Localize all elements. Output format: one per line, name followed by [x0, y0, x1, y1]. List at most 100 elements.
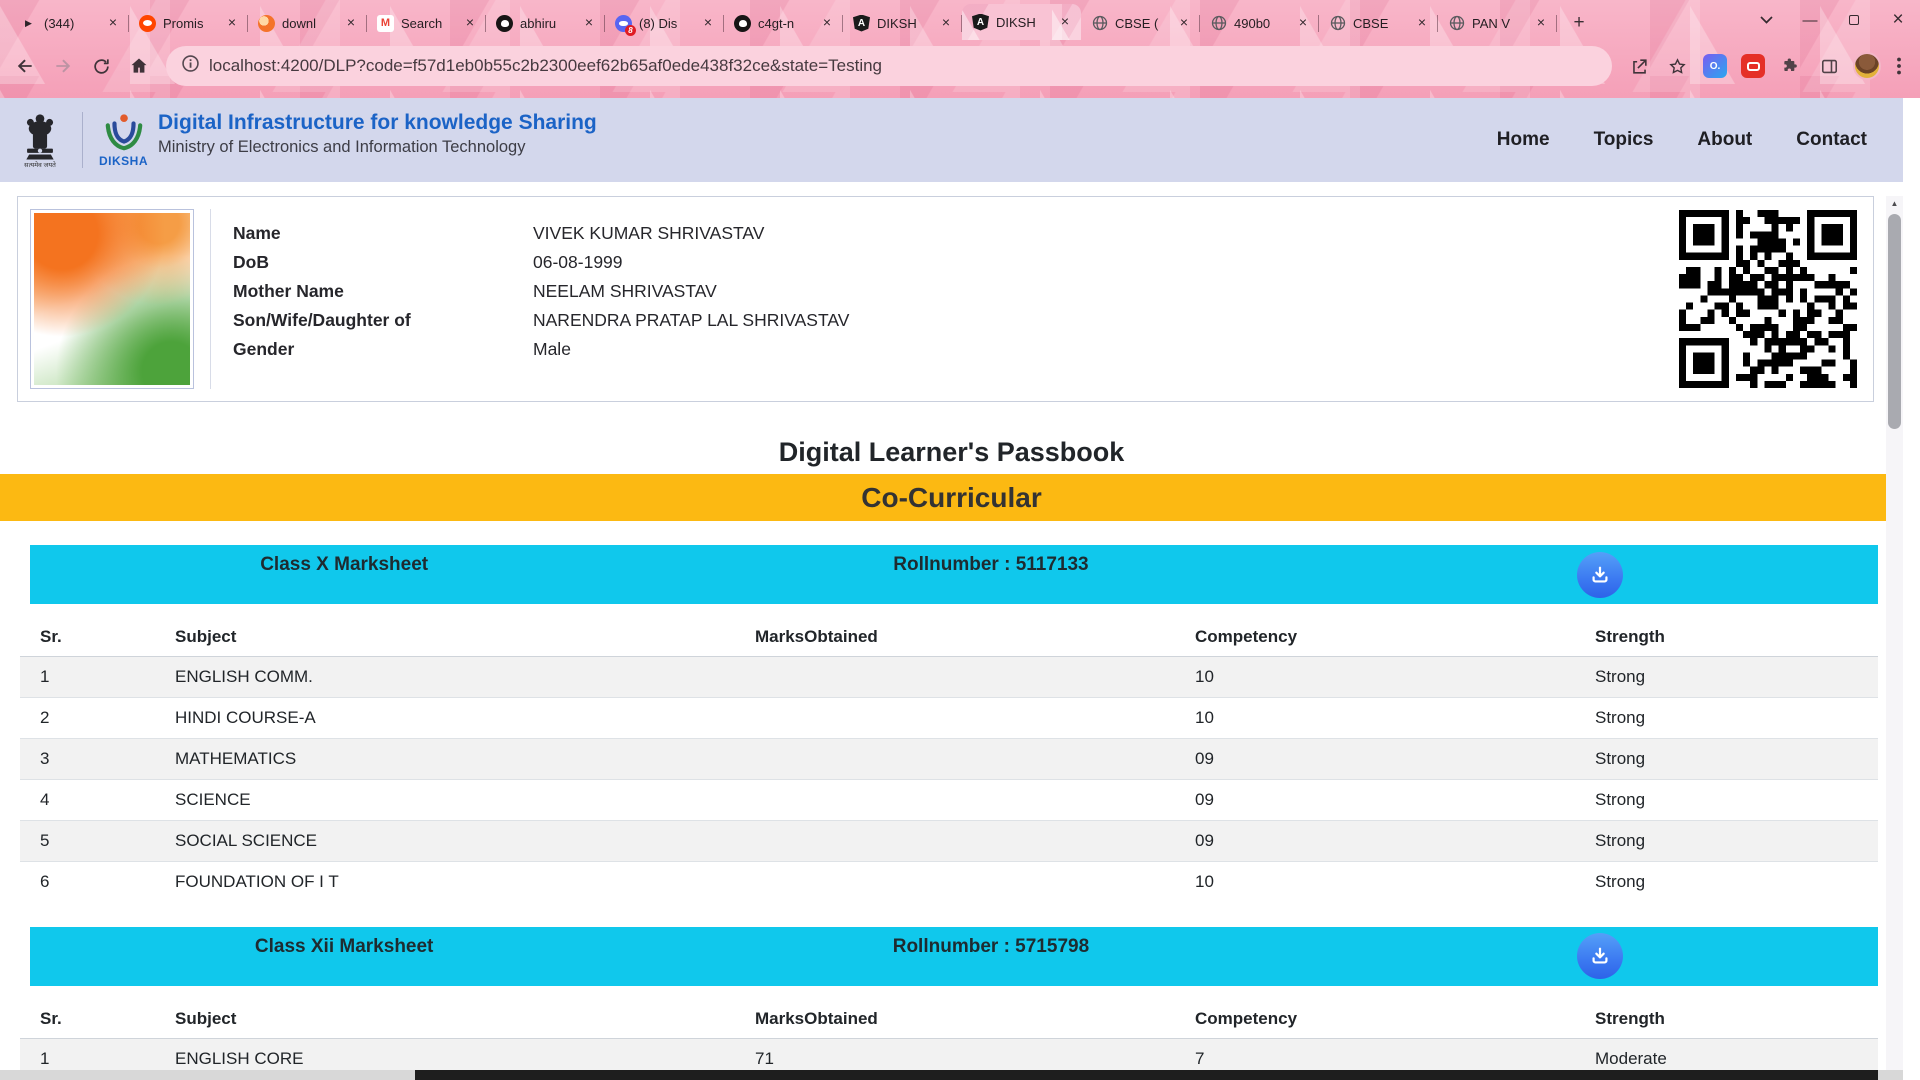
table-cell — [735, 780, 1175, 821]
notification-badge: 8 — [625, 25, 636, 36]
globe-icon — [1448, 15, 1465, 32]
vertical-scrollbar[interactable]: ▲ ▼ — [1886, 196, 1903, 1080]
home-button[interactable] — [122, 49, 156, 83]
passbook-title: Digital Learner's Passbook — [0, 432, 1903, 472]
reload-button[interactable] — [84, 49, 118, 83]
table-cell — [735, 698, 1175, 739]
browser-tab[interactable]: ADIKSH× — [843, 6, 962, 40]
table-cell: Strong — [1575, 698, 1878, 739]
diksha-logo-text: DIKSHA — [99, 154, 148, 168]
extensions-puzzle-icon[interactable] — [1774, 49, 1808, 83]
github-icon — [496, 15, 513, 32]
angular-icon: A — [972, 14, 989, 31]
field-value: Male — [533, 339, 571, 360]
github-icon — [734, 15, 751, 32]
horizontal-scrollbar[interactable] — [0, 1070, 1903, 1080]
forward-button[interactable] — [46, 49, 80, 83]
tab-label: CBSE ( — [1115, 16, 1169, 31]
table-header-row: Sr.SubjectMarksObtainedCompetencyStrengt… — [20, 618, 1878, 657]
browser-tab[interactable]: PAN V× — [1438, 6, 1557, 40]
tab-close-icon[interactable]: × — [224, 15, 240, 31]
browser-tab[interactable]: downl× — [248, 6, 367, 40]
url-text[interactable]: localhost:4200/DLP?code=f57d1eb0b55c2b23… — [209, 56, 882, 76]
bookmark-star-icon[interactable] — [1660, 49, 1694, 83]
tab-strip: ▶(344)×Promis×downl×MSearch×abhiru×8(8) … — [0, 0, 1920, 40]
address-bar[interactable]: localhost:4200/DLP?code=f57d1eb0b55c2b23… — [166, 46, 1612, 86]
nav-contact[interactable]: Contact — [1796, 129, 1867, 151]
tab-close-icon[interactable]: × — [462, 15, 478, 31]
browser-tab[interactable]: MSearch× — [367, 6, 486, 40]
marksheet-table: Sr.SubjectMarksObtainedCompetencyStrengt… — [20, 618, 1878, 903]
tab-close-icon[interactable]: × — [1057, 14, 1073, 30]
browser-tab[interactable]: ▶ (344) × — [10, 6, 129, 40]
browser-menu-kebab-icon[interactable] — [1888, 49, 1910, 83]
column-header: MarksObtained — [735, 618, 1175, 657]
nav-home[interactable]: Home — [1497, 129, 1550, 151]
scroll-up-icon[interactable]: ▲ — [1886, 197, 1903, 211]
download-button[interactable] — [1577, 933, 1623, 979]
browser-tab[interactable]: 8(8) Dis× — [605, 6, 724, 40]
tab-close-icon[interactable]: × — [1414, 15, 1430, 31]
column-header: Strength — [1575, 1000, 1878, 1039]
tab-close-icon[interactable]: × — [819, 15, 835, 31]
tab-close-icon[interactable]: × — [700, 15, 716, 31]
diksha-logo[interactable]: DIKSHA — [99, 113, 148, 168]
table-cell: 1 — [20, 657, 155, 698]
profile-avatar[interactable] — [1850, 49, 1884, 83]
browser-tab[interactable]: CBSE× — [1319, 6, 1438, 40]
rollnumber: Rollnumber : 5715798 — [658, 936, 1323, 986]
download-button[interactable] — [1577, 552, 1623, 598]
browser-tab[interactable]: ADIKSH× — [962, 4, 1081, 40]
tab-close-icon[interactable]: × — [105, 15, 121, 31]
column-header: Strength — [1575, 618, 1878, 657]
tab-close-icon[interactable]: × — [938, 15, 954, 31]
back-button[interactable] — [8, 49, 42, 83]
profile-card: NameVIVEK KUMAR SHRIVASTAVDoB06-08-1999M… — [17, 196, 1874, 402]
close-button[interactable]: × — [1876, 0, 1920, 40]
extension-oshi-icon[interactable]: O. — [1698, 49, 1732, 83]
table-cell: HINDI COURSE-A — [155, 698, 735, 739]
page-content: सत्यमेव जयते DIKSHA Digital Infrastructu… — [0, 98, 1903, 1080]
angular-icon: A — [853, 15, 870, 32]
table-cell: 6 — [20, 862, 155, 903]
share-icon[interactable] — [1622, 49, 1656, 83]
nav-about[interactable]: About — [1697, 129, 1752, 151]
site-title: Digital Infrastructure for knowledge Sha… — [158, 111, 597, 135]
vertical-scroll-thumb[interactable] — [1888, 214, 1901, 429]
tab-close-icon[interactable]: × — [343, 15, 359, 31]
browser-tab[interactable]: abhiru× — [486, 6, 605, 40]
browser-tab[interactable]: CBSE ( × — [1081, 6, 1200, 40]
browser-tab[interactable]: Promis× — [129, 6, 248, 40]
ashoka-emblem-icon — [20, 112, 60, 162]
tab-search-chevron-icon[interactable] — [1744, 0, 1788, 40]
profile-field-row: Son/Wife/Daughter ofNARENDRA PRATAP LAL … — [233, 310, 1663, 331]
table-cell: Strong — [1575, 739, 1878, 780]
nav-topics[interactable]: Topics — [1594, 129, 1654, 151]
rollnumber: Rollnumber : 5117133 — [658, 554, 1323, 604]
browser-tab[interactable]: c4gt-n× — [724, 6, 843, 40]
tab-close-icon[interactable]: × — [1295, 15, 1311, 31]
side-panel-icon[interactable] — [1812, 49, 1846, 83]
youtube-icon: ▶ — [20, 15, 37, 32]
maximize-button[interactable] — [1832, 0, 1876, 40]
tab-label: 490b0 — [1234, 16, 1288, 31]
tab-close-icon[interactable]: × — [1533, 15, 1549, 31]
site-info-icon[interactable] — [182, 55, 199, 77]
marksheet-bar: Class X MarksheetRollnumber : 5117133 — [30, 545, 1878, 604]
tab-label: (344) — [44, 16, 98, 31]
minimize-button[interactable]: — — [1788, 0, 1832, 40]
passbook-sections: Class X MarksheetRollnumber : 5117133 Sr.… — [0, 545, 1903, 1079]
table-cell: SCIENCE — [155, 780, 735, 821]
new-tab-button[interactable]: + — [1565, 9, 1593, 37]
tab-close-icon[interactable]: × — [1176, 15, 1192, 31]
table-cell: FOUNDATION OF I T — [155, 862, 735, 903]
horizontal-scroll-thumb[interactable] — [415, 1070, 1878, 1080]
tab-strip-tabs: ▶(344)×Promis×downl×MSearch×abhiru×8(8) … — [10, 0, 1557, 40]
field-value: NEELAM SHRIVASTAV — [533, 281, 717, 302]
browser-tab[interactable]: 490b0 × — [1200, 6, 1319, 40]
table-cell: Strong — [1575, 821, 1878, 862]
extension-red-icon[interactable] — [1736, 49, 1770, 83]
globe-icon — [1329, 15, 1346, 32]
tab-close-icon[interactable]: × — [581, 15, 597, 31]
table-row: 2HINDI COURSE-A10Strong — [20, 698, 1878, 739]
